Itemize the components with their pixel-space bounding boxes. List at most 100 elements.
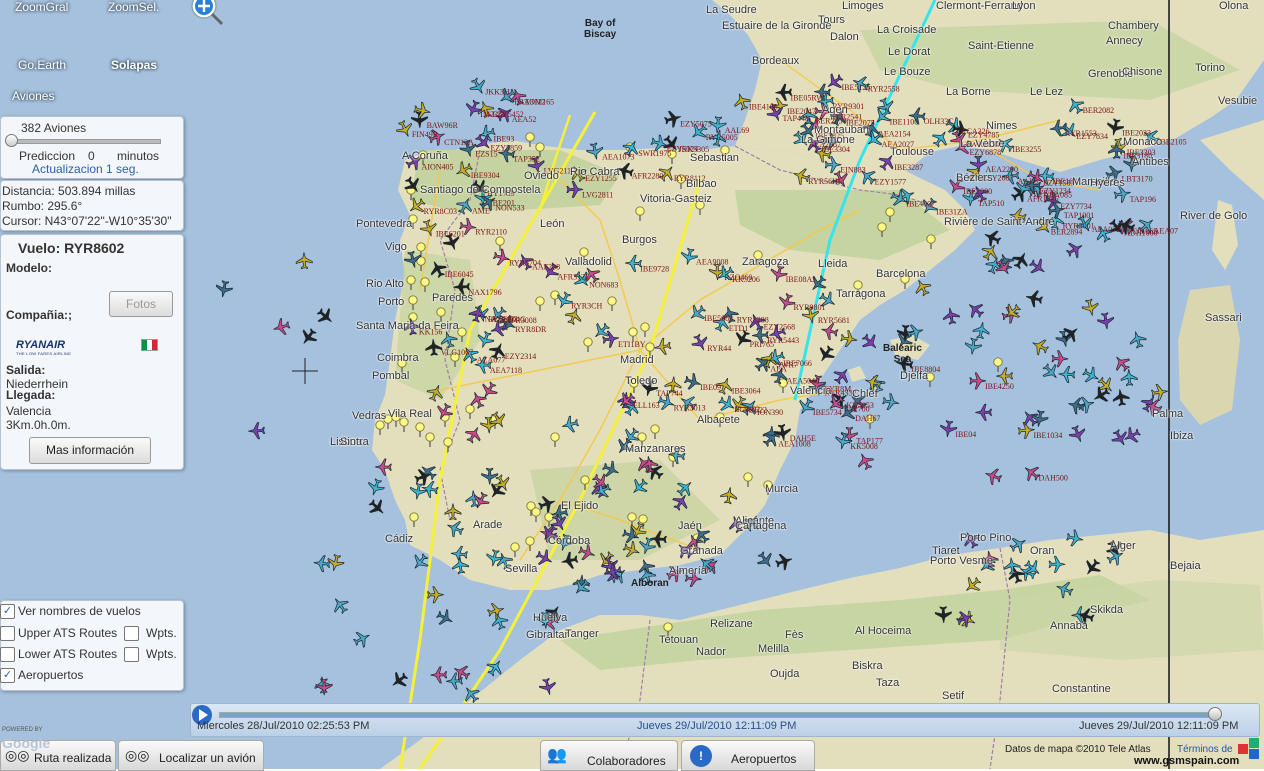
prediction-slider-track[interactable] bbox=[9, 139, 161, 144]
flight-label: RYR8C03 bbox=[424, 207, 457, 216]
options-panel: ✓ Ver nombres de vuelos Upper ATS Routes… bbox=[0, 600, 184, 691]
airports-tab[interactable]: ! Aeropuertos bbox=[681, 740, 815, 771]
flight-label: KK5008 bbox=[850, 442, 878, 451]
flight-label: AEA9008 bbox=[696, 258, 728, 267]
eta-value: 3Km.0h.0m. bbox=[6, 418, 71, 432]
flight-label: RYR1553 bbox=[1065, 129, 1097, 138]
flight-label: IBE93 bbox=[494, 135, 515, 144]
flight-label: EIN883 bbox=[840, 166, 865, 175]
flight-label: CTN13A bbox=[444, 138, 474, 147]
prediction-unit: minutos bbox=[117, 149, 160, 163]
flight-label: EZY1234 bbox=[1039, 186, 1071, 195]
flight-label: LBT3170 bbox=[1122, 174, 1153, 183]
model-label: Modelo: bbox=[6, 261, 52, 275]
timeline-bar: Miercoles 28/Jul/2010 02:25:53 PM Jueves… bbox=[190, 703, 1260, 737]
upper-waypoints-checkbox[interactable] bbox=[124, 626, 139, 641]
airports-label: Aeropuertos bbox=[18, 668, 84, 682]
timeline-track[interactable] bbox=[219, 712, 1221, 718]
flight-label: IBE4250 bbox=[985, 382, 1014, 391]
zoom-general-button[interactable]: ZoomGral bbox=[15, 0, 68, 14]
slider-panel: 382 Aviones Prediccion 0 minutos Actuali… bbox=[0, 116, 184, 179]
flight-map[interactable]: TAP352IBE93EZY5452FRA3112BAW96RFIN49RAIO… bbox=[0, 0, 1264, 769]
flight-label: AION405 bbox=[422, 163, 454, 172]
flight-label: NAX1796 bbox=[468, 288, 501, 297]
flight-label: RYR8112 bbox=[674, 174, 706, 183]
show-flight-names-checkbox[interactable]: ✓ bbox=[0, 604, 15, 619]
flight-info-panel: Vuelo: RYR8602 Modelo: Fotos Compañia:; … bbox=[0, 234, 184, 470]
timeline-start: Miercoles 28/Jul/2010 02:25:53 PM bbox=[197, 720, 370, 732]
flight-label: AEA2290 bbox=[986, 165, 1018, 174]
more-info-button[interactable]: Mas información bbox=[29, 437, 151, 464]
flight-label: RYR2110 bbox=[475, 228, 507, 237]
flight-label: IBE3304 bbox=[821, 145, 850, 154]
flight-label: RYR9801 bbox=[794, 303, 826, 312]
flight-label: TAP510 bbox=[978, 199, 1004, 208]
timeline-end: Jueves 29/Jul/2010 12:11:09 PM bbox=[1079, 720, 1239, 732]
zoom-selection-button[interactable]: ZoomSel. bbox=[108, 0, 159, 14]
flight-label: EZY4785 bbox=[968, 130, 1000, 139]
prediction-slider-handle[interactable] bbox=[5, 134, 18, 147]
flight-label: AEA1073 bbox=[602, 152, 634, 161]
flight-label: COA65 bbox=[1132, 227, 1157, 236]
flight-label: AEA7118 bbox=[490, 366, 522, 375]
flight-label: IBE5125 bbox=[842, 83, 871, 92]
zoom-in-icon[interactable] bbox=[191, 0, 217, 20]
flight-label: AAL8 bbox=[1018, 177, 1038, 186]
flight-label: IBE6045 bbox=[445, 270, 474, 279]
terms-link[interactable]: Términos de bbox=[1177, 744, 1233, 755]
flight-label: IBE4105 bbox=[749, 102, 778, 111]
airline-label: Compañia:; bbox=[6, 308, 72, 322]
watermark: www.gsmspain.com bbox=[1134, 755, 1240, 767]
flight-label: IBE6201 bbox=[436, 229, 465, 238]
aviones-button[interactable]: Aviones bbox=[12, 89, 54, 103]
flight-label: AFR2280 bbox=[632, 172, 664, 181]
flight-label: ETI1BY bbox=[618, 340, 646, 349]
flight-label: EZY2568 bbox=[764, 323, 796, 332]
flight-label: IBE2023 bbox=[1122, 128, 1151, 137]
airline-logo: RYANAIR THE LOW FARES AIRLINE bbox=[16, 339, 72, 356]
flight-label: IBE1100 bbox=[890, 117, 919, 126]
binoculars-icon: ◎◎ bbox=[125, 747, 150, 763]
flight-label: AEA1008 bbox=[778, 440, 810, 449]
flight-label: RYR56HE bbox=[808, 177, 843, 186]
arrival-label: Llegada: bbox=[6, 388, 56, 402]
flight-label: AFR3008 bbox=[505, 316, 537, 325]
departure-label: Salida: bbox=[6, 363, 46, 377]
flag-icon bbox=[141, 339, 158, 351]
measure-panel: Distancia: 503.894 millas Rumbo: 295.6° … bbox=[0, 180, 184, 231]
lower-waypoints-checkbox[interactable] bbox=[124, 647, 139, 662]
flight-label: KK5206 bbox=[732, 275, 760, 284]
flight-label: IBE3255 bbox=[1012, 145, 1041, 154]
flight-label: IBE3825 bbox=[815, 132, 844, 141]
flight-label: AME bbox=[472, 207, 490, 216]
lower-waypoints-label: Wpts. bbox=[146, 647, 177, 661]
flight-label: BER2054 bbox=[815, 117, 847, 126]
flight-label: IBE2105 bbox=[1158, 138, 1187, 147]
flight-label: TAP1001 bbox=[1064, 211, 1094, 220]
airports-checkbox[interactable]: ✓ bbox=[0, 668, 15, 683]
flight-label: AEA072 bbox=[1092, 225, 1120, 234]
upper-ats-checkbox[interactable] bbox=[0, 626, 15, 641]
flight-label: TAP196 bbox=[1130, 195, 1156, 204]
flight-label: RYR5681 bbox=[818, 316, 850, 325]
arrival-value: Valencia bbox=[6, 404, 52, 418]
go-earth-button[interactable]: Go.Earth bbox=[18, 58, 66, 72]
update-interval: Actualizacion 1 seg. bbox=[32, 162, 139, 176]
cursor-readout: Cursor: N43°07'22"-W10°35'30" bbox=[2, 214, 172, 228]
timeline-progress bbox=[220, 713, 1215, 717]
flight-label: RYR8M bbox=[824, 385, 851, 394]
locate-aircraft-tab[interactable]: ◎◎ Localizar un avión bbox=[118, 740, 264, 771]
upper-waypoints-label: Wpts. bbox=[146, 626, 177, 640]
flight-label: JKK3H bbox=[485, 88, 510, 97]
collaborators-tab[interactable]: 👥 Colaboradores bbox=[540, 740, 678, 771]
photos-button[interactable]: Fotos bbox=[109, 291, 173, 317]
flight-title: Vuelo: RYR8602 bbox=[18, 240, 125, 256]
timeline-handle[interactable] bbox=[1208, 707, 1222, 721]
flight-label: RYR8DR bbox=[515, 325, 547, 334]
lower-ats-checkbox[interactable] bbox=[0, 647, 15, 662]
aircraft-count: 382 Aviones bbox=[21, 121, 87, 135]
site-logo-icon bbox=[1238, 738, 1260, 760]
flight-label: TAP448 bbox=[782, 114, 808, 123]
solapas-button[interactable]: Solapas bbox=[111, 58, 157, 72]
flight-label: EZY2687 bbox=[982, 174, 1014, 183]
